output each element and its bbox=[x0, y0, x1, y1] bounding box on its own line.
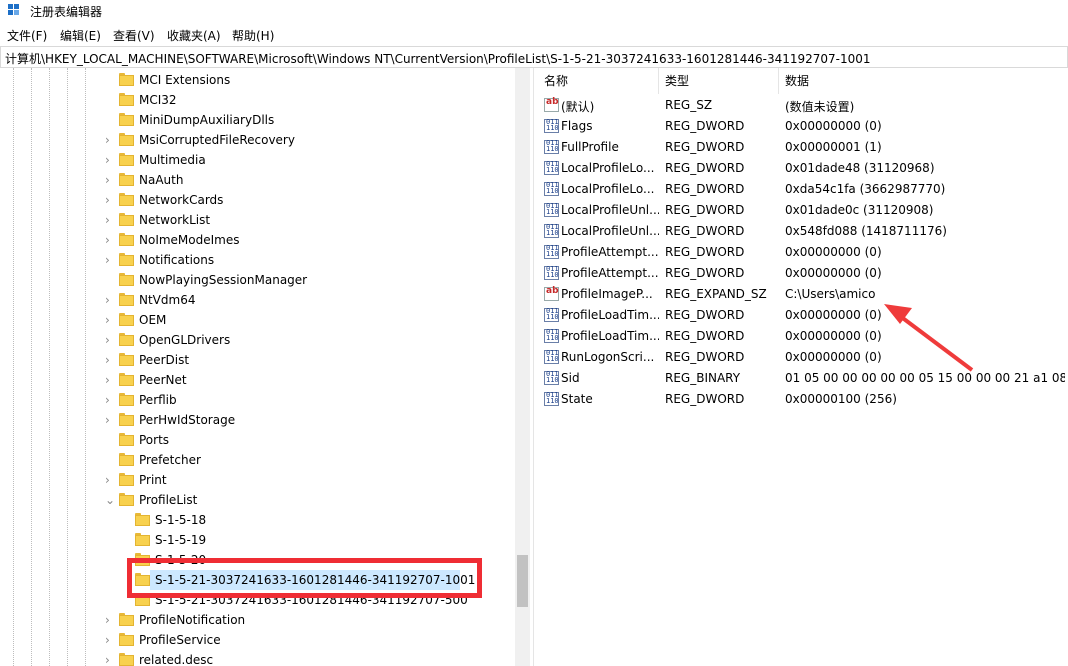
highlight-arrow bbox=[884, 304, 974, 372]
